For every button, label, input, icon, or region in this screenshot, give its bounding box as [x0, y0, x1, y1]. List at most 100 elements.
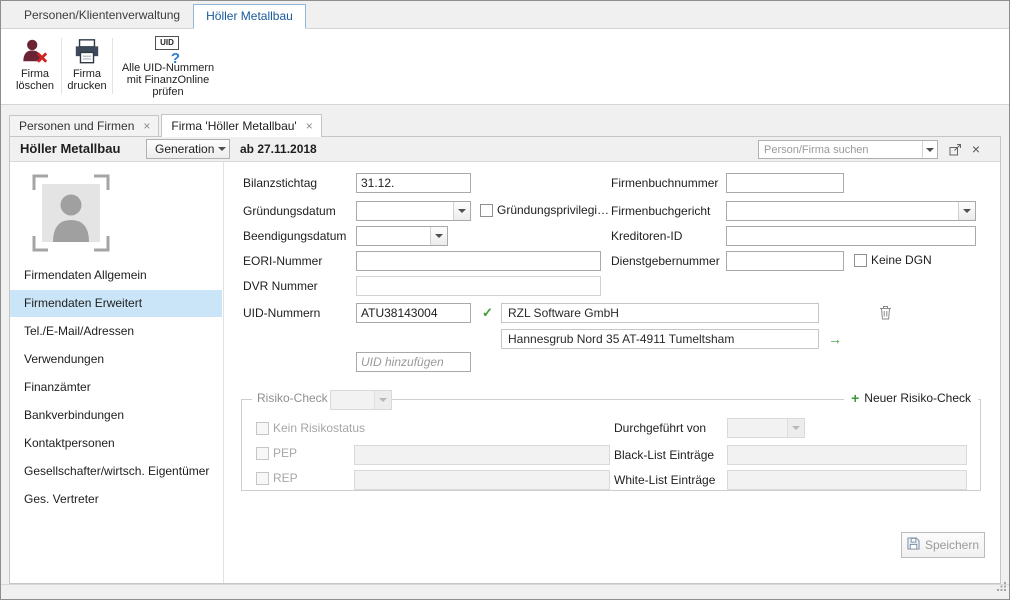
rep-label: REP — [273, 470, 298, 487]
app-window: Personen/Klientenverwaltung Höller Metal… — [0, 0, 1010, 600]
uid-address-field: Hannesgrub Nord 35 AT-4911 Tumeltsham — [501, 329, 819, 349]
check-uid-finanzonline-button[interactable]: UID ? Alle UID-Nummern mit FinanzOnline … — [115, 34, 221, 98]
firmenbuchgericht-combo[interactable] — [726, 201, 976, 221]
keine-dgn-checkbox[interactable] — [854, 254, 867, 267]
white-list-label: White-List Einträge — [614, 470, 715, 490]
dienstgebernummer-input[interactable] — [726, 251, 844, 271]
risiko-check-select — [330, 390, 392, 410]
chevron-down-icon — [453, 202, 470, 220]
pep-input — [354, 445, 610, 465]
print-company-button[interactable]: Firma drucken — [64, 34, 110, 98]
sidebar-item-gesellschafter[interactable]: Gesellschafter/wirtsch. Eigentümer — [10, 458, 222, 485]
tab-hoeller-metallbau[interactable]: Höller Metallbau — [193, 4, 306, 29]
generation-valid-from: ab 27.11.2018 — [240, 137, 317, 161]
chevron-down-icon — [787, 419, 804, 437]
durchgefuehrt-von-value — [728, 419, 787, 437]
uid-badge-text: UID — [155, 36, 179, 50]
sidebar-item-finanzaemter[interactable]: Finanzämter — [10, 374, 222, 401]
firmenbuchnummer-input[interactable] — [726, 173, 844, 193]
status-bar — [1, 584, 1009, 599]
save-button[interactable]: Speichern — [901, 532, 985, 558]
save-icon — [907, 537, 920, 553]
sidebar-item-verwendungen[interactable]: Verwendungen — [10, 346, 222, 373]
tab-personen-klientenverwaltung[interactable]: Personen/Klientenverwaltung — [11, 3, 193, 28]
sidebar-item-kontaktpersonen[interactable]: Kontaktpersonen — [10, 430, 222, 457]
durchgefuehrt-von-combo — [727, 418, 805, 438]
goto-address-arrow-icon[interactable]: → — [828, 329, 842, 349]
person-firma-search — [758, 140, 938, 159]
close-panel-icon[interactable]: × — [972, 138, 980, 160]
sidebar-item-tel-email-adressen[interactable]: Tel./E-Mail/Adressen — [10, 318, 222, 345]
black-list-input — [727, 445, 967, 465]
white-list-input — [727, 470, 967, 490]
question-mark-icon: ? — [171, 53, 180, 65]
doc-tab-label: Firma 'Höller Metallbau' — [171, 119, 296, 133]
chevron-down-icon — [214, 147, 229, 151]
beendigungsdatum-label: Beendigungsdatum — [243, 226, 346, 246]
doc-tab-firma-hoeller-metallbau[interactable]: Firma 'Höller Metallbau' × — [161, 114, 321, 137]
uid-valid-check-icon: ✓ — [482, 304, 493, 322]
black-list-label: Black-List Einträge — [614, 445, 714, 465]
resize-grip[interactable] — [996, 579, 1007, 597]
gruendungsprivileg-checkbox[interactable] — [480, 204, 493, 217]
printer-icon — [73, 34, 101, 68]
generation-dropdown-button[interactable]: Generation — [146, 139, 230, 159]
sidebar: Firmendaten Allgemein Firmendaten Erweit… — [10, 162, 224, 583]
keine-dgn-label: Keine DGN — [871, 252, 932, 269]
ribbon-separator — [112, 38, 113, 94]
kein-risikostatus-checkbox — [256, 422, 269, 435]
dienstgebernummer-label: Dienstgebernummer — [611, 251, 720, 271]
gruendungsprivileg-label: Gründungsprivilegi… — [497, 202, 609, 219]
trash-icon[interactable] — [879, 305, 892, 325]
rep-input — [354, 470, 610, 490]
delete-company-button[interactable]: Firma löschen — [9, 34, 61, 98]
dvr-input[interactable] — [356, 276, 601, 296]
beendigungsdatum-datepicker[interactable] — [356, 226, 448, 246]
float-window-icon[interactable] — [949, 143, 962, 161]
ribbon-separator — [61, 38, 62, 94]
check-uid-finanzonline-label: Alle UID-Nummern mit FinanzOnline prüfen — [115, 62, 221, 98]
kein-risikostatus-label: Kein Risikostatus — [273, 420, 365, 437]
firmenbuchgericht-value — [727, 202, 958, 220]
risiko-check-group: Risiko-Check + Neuer Risiko-Check Kein R… — [241, 399, 981, 491]
sidebar-item-bankverbindungen[interactable]: Bankverbindungen — [10, 402, 222, 429]
chevron-down-icon — [374, 391, 391, 409]
firmenbuchnummer-label: Firmenbuchnummer — [611, 173, 718, 193]
risiko-check-select-value — [331, 391, 374, 409]
firmenbuchgericht-label: Firmenbuchgericht — [611, 201, 710, 221]
uid-add-input[interactable] — [356, 352, 471, 372]
durchgefuehrt-von-label: Durchgeführt von — [614, 418, 706, 438]
gruendungsdatum-datepicker[interactable] — [356, 201, 471, 221]
sidebar-item-ges-vertreter[interactable]: Ges. Vertreter — [10, 486, 222, 513]
plus-icon: + — [851, 389, 859, 407]
kreditoren-id-input[interactable] — [726, 226, 976, 246]
uid-check-icon: UID ? — [155, 34, 181, 62]
panel-header: Höller Metallbau Generation ab 27.11.201… — [10, 137, 1000, 162]
bilanzstichtag-input[interactable] — [356, 173, 471, 193]
delete-person-icon — [21, 34, 49, 68]
company-photo-placeholder[interactable] — [32, 174, 110, 257]
sidebar-item-firmendaten-allgemein[interactable]: Firmendaten Allgemein — [10, 262, 222, 289]
company-detail-panel: Höller Metallbau Generation ab 27.11.201… — [9, 136, 1001, 584]
delete-company-label: Firma löschen — [9, 68, 61, 92]
search-dropdown-icon[interactable] — [922, 141, 937, 158]
neuer-risiko-check-link[interactable]: + Neuer Risiko-Check — [844, 389, 978, 407]
pep-label: PEP — [273, 445, 297, 462]
uid-input[interactable] — [356, 303, 471, 323]
sidebar-item-firmendaten-erweitert[interactable]: Firmendaten Erweitert — [10, 290, 222, 317]
print-company-label: Firma drucken — [64, 68, 110, 92]
dvr-label: DVR Nummer — [243, 276, 318, 296]
document-tab-bar: Personen und Firmen × Firma 'Höller Meta… — [9, 114, 322, 137]
doc-tab-personen-und-firmen[interactable]: Personen und Firmen × — [9, 115, 159, 137]
search-input[interactable] — [759, 141, 922, 158]
generation-label: Generation — [147, 142, 214, 156]
chevron-down-icon — [430, 227, 447, 245]
close-tab-icon[interactable]: × — [143, 119, 150, 133]
eori-input[interactable] — [356, 251, 601, 271]
uid-label: UID-Nummern — [243, 303, 320, 323]
gruendungsdatum-value — [357, 202, 453, 220]
main-tab-bar: Personen/Klientenverwaltung Höller Metal… — [1, 1, 1009, 29]
close-tab-icon[interactable]: × — [306, 119, 313, 133]
uid-company-field: RZL Software GmbH — [501, 303, 819, 323]
risiko-check-title: Risiko-Check — [252, 391, 333, 405]
